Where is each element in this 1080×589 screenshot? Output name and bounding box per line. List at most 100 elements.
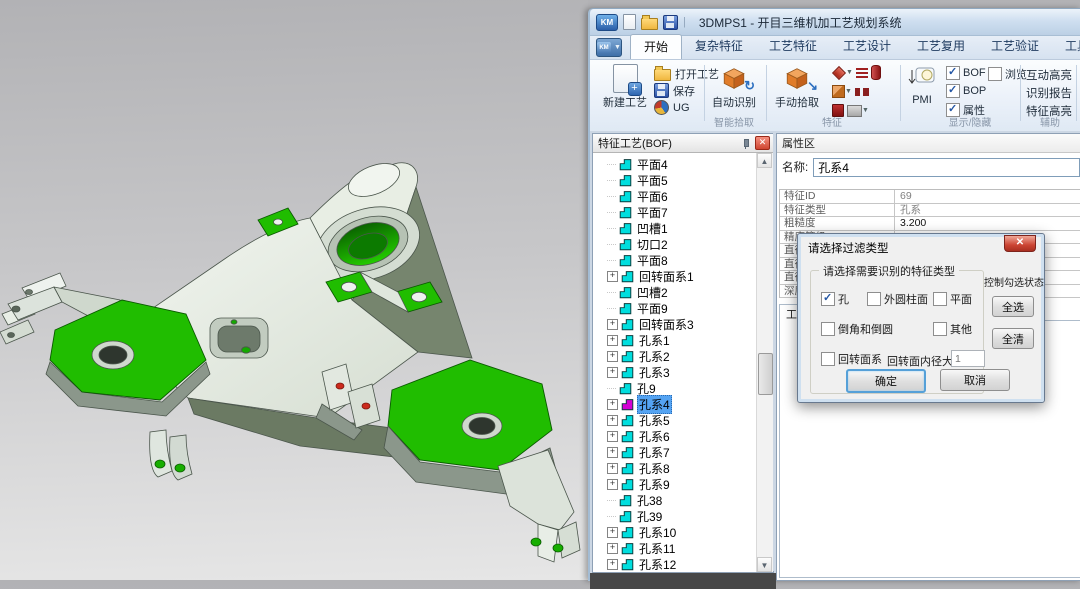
- tree-item[interactable]: 平面7: [593, 204, 757, 220]
- tree-item[interactable]: +孔系10: [593, 524, 757, 540]
- tree-item[interactable]: +孔系8: [593, 460, 757, 476]
- expand-icon[interactable]: +: [607, 463, 618, 474]
- select-all-button[interactable]: 全选: [992, 296, 1034, 317]
- tree-item[interactable]: +回转面系3: [593, 316, 757, 332]
- tree-item[interactable]: 平面6: [593, 188, 757, 204]
- tab-开始[interactable]: 开始: [630, 34, 682, 59]
- feature-diamond-button[interactable]: ▼: [832, 66, 853, 80]
- tree-item[interactable]: 孔38: [593, 492, 757, 508]
- tab-工艺设计[interactable]: 工艺设计: [830, 34, 904, 59]
- scroll-down-arrow[interactable]: ▼: [757, 557, 772, 572]
- app-menu-button[interactable]: KM ▼: [596, 38, 622, 57]
- checkbox-browse[interactable]: 浏览: [988, 66, 1027, 82]
- checkbox-other[interactable]: 其他: [933, 321, 972, 337]
- expand-icon[interactable]: +: [607, 271, 618, 282]
- tree-item[interactable]: +孔系4: [593, 396, 757, 412]
- bop-checkbox-box[interactable]: [946, 84, 960, 98]
- tree-item[interactable]: +孔系12: [593, 556, 757, 572]
- tree-item[interactable]: 切口2: [593, 236, 757, 252]
- expand-icon[interactable]: +: [607, 559, 618, 570]
- expand-icon[interactable]: +: [607, 319, 618, 330]
- tree-item[interactable]: +回转面系1: [593, 268, 757, 284]
- clear-all-button[interactable]: 全清: [992, 328, 1034, 349]
- feature-box-button[interactable]: ▼: [832, 85, 852, 98]
- tab-工具[interactable]: 工具: [1052, 34, 1080, 59]
- open-file-icon[interactable]: [641, 18, 658, 30]
- save-icon[interactable]: [663, 15, 678, 30]
- cancel-button[interactable]: 取消: [940, 369, 1010, 391]
- tree-item[interactable]: 平面5: [593, 172, 757, 188]
- feature-pair-button[interactable]: [855, 88, 869, 96]
- other-checkbox-box[interactable]: [933, 322, 947, 336]
- ribbon-tab-bar: KM ▼ 开始复杂特征工艺特征工艺设计工艺复用工艺验证工具: [590, 36, 1080, 60]
- checkbox-bop[interactable]: BOP: [946, 84, 986, 98]
- expand-icon[interactable]: +: [607, 479, 618, 490]
- new-file-icon[interactable]: [623, 14, 636, 30]
- tree-item[interactable]: 平面4: [593, 156, 757, 172]
- tab-工艺验证[interactable]: 工艺验证: [978, 34, 1052, 59]
- tab-工艺特征[interactable]: 工艺特征: [756, 34, 830, 59]
- tree-item[interactable]: +孔系9: [593, 476, 757, 492]
- checkbox-chamfer-fillet[interactable]: 倒角和倒圆: [821, 321, 893, 337]
- revolve-checkbox-box[interactable]: [821, 352, 835, 366]
- filter-dialog: 请选择过滤类型 ✕ 请选择需要识别的特征类型 孔 外圆柱面 平面 倒角和倒圆 其…: [797, 233, 1045, 403]
- manual-pick-button[interactable]: ↘ 手动拾取: [770, 62, 824, 118]
- tree-item[interactable]: +孔系5: [593, 412, 757, 428]
- outer-cylinder-checkbox-box[interactable]: [867, 292, 881, 306]
- expand-icon[interactable]: +: [607, 351, 618, 362]
- browse-checkbox-box[interactable]: [988, 67, 1002, 81]
- open-process-icon: [654, 69, 671, 81]
- checkbox-revolve-face[interactable]: 回转面系: [821, 351, 882, 367]
- auto-recognize-button[interactable]: ↻ 自动识别: [707, 62, 761, 118]
- expand-icon[interactable]: +: [607, 335, 618, 346]
- tree-item[interactable]: 孔9: [593, 380, 757, 396]
- recognition-report-button[interactable]: 识别报告: [1026, 85, 1072, 101]
- pin-icon[interactable]: [740, 138, 751, 149]
- tree-item[interactable]: +孔系3: [593, 364, 757, 380]
- feature-list-button[interactable]: [856, 68, 868, 78]
- expand-icon[interactable]: +: [607, 447, 618, 458]
- tree-item[interactable]: +孔系1: [593, 332, 757, 348]
- scroll-thumb[interactable]: [758, 353, 773, 395]
- tree-item[interactable]: +孔系7: [593, 444, 757, 460]
- expand-icon[interactable]: +: [607, 415, 618, 426]
- expand-icon[interactable]: +: [607, 367, 618, 378]
- new-process-button[interactable]: 新建工艺: [598, 62, 652, 118]
- feature-cylinder-button[interactable]: [871, 65, 881, 80]
- tree-item[interactable]: 平面9: [593, 300, 757, 316]
- tab-复杂特征[interactable]: 复杂特征: [682, 34, 756, 59]
- group-label-aux: 辅助: [1026, 114, 1074, 129]
- expand-icon[interactable]: +: [607, 431, 618, 442]
- tree-item[interactable]: +孔系11: [593, 540, 757, 556]
- pmi-button[interactable]: PMI: [904, 62, 940, 118]
- tree-item[interactable]: 孔39: [593, 508, 757, 524]
- tree-scrollbar[interactable]: ▲ ▼: [756, 153, 773, 572]
- bof-checkbox-box[interactable]: [946, 66, 960, 80]
- checkbox-outer-cylinder[interactable]: 外圆柱面: [867, 291, 928, 307]
- scroll-up-arrow[interactable]: ▲: [757, 153, 772, 168]
- tree-item[interactable]: +孔系6: [593, 428, 757, 444]
- dialog-close-icon[interactable]: ✕: [1004, 235, 1036, 252]
- expand-icon[interactable]: +: [607, 399, 618, 410]
- tree-item[interactable]: 凹槽2: [593, 284, 757, 300]
- chamfer-checkbox-box[interactable]: [821, 322, 835, 336]
- interactive-highlight-button[interactable]: 互动高亮: [1026, 67, 1072, 83]
- close-panel-icon[interactable]: ✕: [755, 136, 770, 150]
- tree-item[interactable]: +孔系2: [593, 348, 757, 364]
- inner-diameter-input[interactable]: [951, 350, 985, 367]
- 3d-viewport[interactable]: [0, 0, 588, 580]
- checkbox-plane[interactable]: 平面: [933, 291, 972, 307]
- hole-checkbox-box[interactable]: [821, 292, 835, 306]
- tree-item[interactable]: 平面8: [593, 252, 757, 268]
- name-input[interactable]: [813, 158, 1080, 177]
- tree-item-label: 平面6: [635, 188, 670, 205]
- tab-工艺复用[interactable]: 工艺复用: [904, 34, 978, 59]
- checkbox-bof[interactable]: BOF: [946, 66, 986, 80]
- plane-checkbox-box[interactable]: [933, 292, 947, 306]
- expand-icon[interactable]: +: [607, 527, 618, 538]
- bracket-part-model[interactable]: [0, 0, 588, 580]
- expand-icon[interactable]: +: [607, 543, 618, 554]
- tree-item[interactable]: 凹槽1: [593, 220, 757, 236]
- ok-button[interactable]: 确定: [846, 369, 926, 393]
- checkbox-hole[interactable]: 孔: [821, 291, 849, 307]
